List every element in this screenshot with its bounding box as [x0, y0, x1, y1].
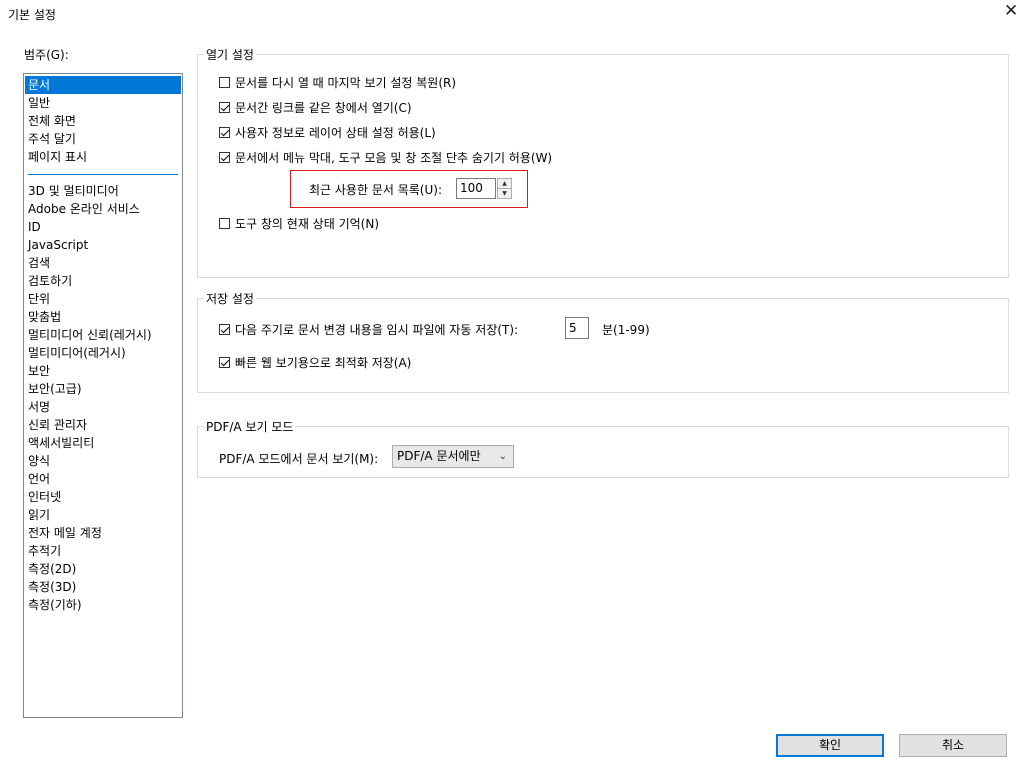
- recent-docs-label: 최근 사용한 문서 목록(U):: [309, 183, 442, 197]
- remember-tools-option[interactable]: 도구 창의 현재 상태 기억(N): [219, 215, 379, 232]
- category-item[interactable]: 3D 및 멀티미디어: [25, 182, 181, 200]
- category-item[interactable]: 언어: [25, 470, 181, 488]
- category-item[interactable]: JavaScript: [25, 236, 181, 254]
- cancel-button[interactable]: 취소: [899, 734, 1007, 757]
- category-item[interactable]: 양식: [25, 452, 181, 470]
- category-item[interactable]: 일반: [25, 94, 181, 112]
- recent-docs-input[interactable]: 100: [456, 178, 496, 199]
- spin-down-icon[interactable]: ▼: [498, 189, 511, 198]
- ok-button[interactable]: 확인: [776, 734, 884, 757]
- spin-up-icon[interactable]: ▲: [498, 179, 511, 189]
- fast-web-option[interactable]: 빠른 웹 보기용으로 최적화 저장(A): [219, 354, 411, 371]
- autosave-unit: 분(1-99): [602, 323, 650, 337]
- category-item[interactable]: 전자 메일 계정: [25, 524, 181, 542]
- save-settings-group: [197, 298, 1009, 393]
- autosave-option[interactable]: 다음 주기로 문서 변경 내용을 임시 파일에 자동 저장(T):: [219, 321, 518, 338]
- save-settings-title: 저장 설정: [204, 290, 256, 307]
- category-item[interactable]: 멀티미디어 신뢰(레거시): [25, 326, 181, 344]
- category-item[interactable]: 신뢰 관리자: [25, 416, 181, 434]
- category-item[interactable]: 멀티미디어(레거시): [25, 344, 181, 362]
- recent-docs-spinner[interactable]: ▲ ▼: [497, 178, 512, 199]
- category-item[interactable]: 읽기: [25, 506, 181, 524]
- category-label: 범주(G):: [24, 48, 69, 62]
- layer-state-option[interactable]: 사용자 정보로 레이어 상태 설정 허용(L): [219, 124, 436, 141]
- same-window-checkbox[interactable]: [219, 102, 230, 113]
- category-item[interactable]: 측정(기하): [25, 596, 181, 614]
- category-item[interactable]: 인터넷: [25, 488, 181, 506]
- window-title: 기본 설정: [8, 8, 56, 22]
- layer-state-label: 사용자 정보로 레이어 상태 설정 허용(L): [235, 126, 436, 140]
- category-item[interactable]: 검색: [25, 254, 181, 272]
- category-item[interactable]: 측정(2D): [25, 560, 181, 578]
- fast-web-checkbox[interactable]: [219, 357, 230, 368]
- category-list[interactable]: 문서 일반 전체 화면 주석 달기 페이지 표시 3D 및 멀티미디어 Adobe 온라인 …: [23, 73, 183, 718]
- category-item[interactable]: 액세서빌리티: [25, 434, 181, 452]
- chevron-down-icon[interactable]: ⌄: [499, 446, 507, 467]
- category-item[interactable]: 보안(고급): [25, 380, 181, 398]
- restore-view-label: 문서를 다시 열 때 마지막 보기 설정 복원(R): [235, 76, 457, 90]
- category-item[interactable]: 추적기: [25, 542, 181, 560]
- category-item[interactable]: ID: [25, 218, 181, 236]
- pdfa-select[interactable]: PDF/A 문서에만 ⌄: [392, 445, 514, 468]
- category-item[interactable]: Adobe 온라인 서비스: [25, 200, 181, 218]
- same-window-label: 문서간 링크를 같은 창에서 열기(C): [235, 101, 412, 115]
- hide-menus-option[interactable]: 문서에서 메뉴 막대, 도구 모음 및 창 조절 단추 숨기기 허용(W): [219, 149, 552, 166]
- pdfa-title: PDF/A 보기 모드: [204, 418, 296, 435]
- category-item[interactable]: 검토하기: [25, 272, 181, 290]
- category-item[interactable]: 단위: [25, 290, 181, 308]
- category-item[interactable]: 보안: [25, 362, 181, 380]
- layer-state-checkbox[interactable]: [219, 127, 230, 138]
- restore-view-checkbox[interactable]: [219, 77, 230, 88]
- category-item[interactable]: 서명: [25, 398, 181, 416]
- category-item[interactable]: 전체 화면: [25, 112, 181, 130]
- pdfa-label: PDF/A 모드에서 문서 보기(M):: [219, 452, 379, 466]
- autosave-label: 다음 주기로 문서 변경 내용을 임시 파일에 자동 저장(T):: [235, 323, 519, 337]
- hide-menus-checkbox[interactable]: [219, 152, 230, 163]
- same-window-option[interactable]: 문서간 링크를 같은 창에서 열기(C): [219, 99, 412, 116]
- remember-tools-checkbox[interactable]: [219, 218, 230, 229]
- category-item[interactable]: 문서: [25, 76, 181, 94]
- fast-web-label: 빠른 웹 보기용으로 최적화 저장(A): [235, 356, 412, 370]
- pdfa-selected-value: PDF/A 문서에만: [397, 449, 481, 463]
- autosave-minutes-input[interactable]: 5: [565, 317, 589, 339]
- category-item[interactable]: 주석 달기: [25, 130, 181, 148]
- hide-menus-label: 문서에서 메뉴 막대, 도구 모음 및 창 조절 단추 숨기기 허용(W): [235, 151, 553, 165]
- remember-tools-label: 도구 창의 현재 상태 기억(N): [235, 217, 379, 231]
- autosave-checkbox[interactable]: [219, 324, 230, 335]
- category-item[interactable]: 측정(3D): [25, 578, 181, 596]
- category-item[interactable]: 페이지 표시: [25, 148, 181, 166]
- category-separator: [28, 174, 178, 175]
- open-settings-title: 열기 설정: [204, 46, 256, 63]
- category-item[interactable]: 맞춤법: [25, 308, 181, 326]
- close-icon[interactable]: ✕: [1004, 1, 1018, 21]
- restore-view-option[interactable]: 문서를 다시 열 때 마지막 보기 설정 복원(R): [219, 74, 456, 91]
